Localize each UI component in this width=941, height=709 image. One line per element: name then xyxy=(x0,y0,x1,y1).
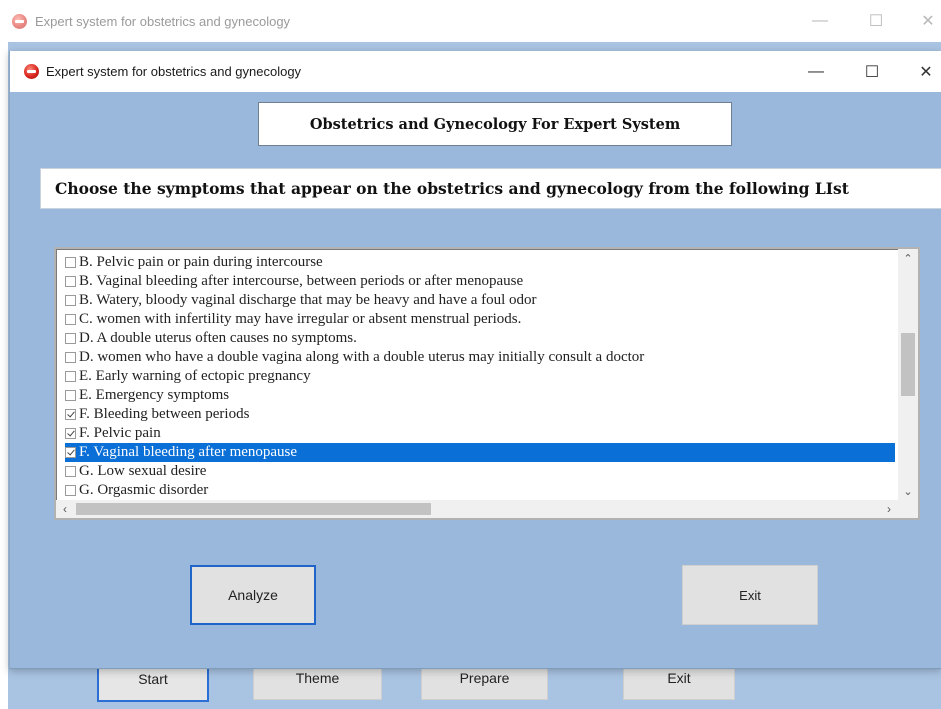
close-icon[interactable]: ✕ xyxy=(905,0,941,42)
checkbox[interactable] xyxy=(65,466,76,477)
symptom-label: G. Orgasmic disorder xyxy=(79,482,209,498)
symptom-item[interactable]: C. women with infertility may have irreg… xyxy=(65,310,895,329)
symptom-label: G. Low sexual desire xyxy=(79,463,207,479)
symptom-label: D. women who have a double vagina along … xyxy=(79,349,645,365)
symptom-item[interactable]: F. Bleeding between periods xyxy=(65,405,895,424)
symptom-label: B. Pelvic pain or pain during intercours… xyxy=(79,254,323,270)
symptom-item[interactable]: G. Orgasmic disorder xyxy=(65,481,895,500)
close-icon[interactable]: ✕ xyxy=(903,51,941,92)
symptom-item[interactable]: E. Emergency symptoms xyxy=(65,386,895,405)
background-window-title: Expert system for obstetrics and gynecol… xyxy=(35,13,291,29)
symptom-list-items: B. Pelvic pain or pain during intercours… xyxy=(65,253,895,503)
symptom-item[interactable]: B. Watery, bloody vaginal discharge that… xyxy=(65,291,895,310)
app-icon xyxy=(24,64,39,79)
checkbox[interactable] xyxy=(65,295,76,306)
checkbox[interactable] xyxy=(65,333,76,344)
symptom-checklist[interactable]: B. Pelvic pain or pain during intercours… xyxy=(54,247,920,520)
analyze-button[interactable]: Analyze xyxy=(190,565,316,625)
scroll-left-icon[interactable]: ‹ xyxy=(56,500,74,518)
symptom-item[interactable]: D. women who have a double vagina along … xyxy=(65,348,895,367)
symptom-dialog: Expert system for obstetrics and gynecol… xyxy=(9,51,941,669)
instruction-label: Choose the symptoms that appear on the o… xyxy=(40,168,941,209)
horizontal-scroll-thumb[interactable] xyxy=(76,503,431,515)
checkbox[interactable] xyxy=(65,390,76,401)
system-header: Obstetrics and Gynecology For Expert Sys… xyxy=(258,102,732,146)
horizontal-scrollbar[interactable]: ‹ › xyxy=(56,500,898,518)
checkbox[interactable] xyxy=(65,352,76,363)
checked-checkbox[interactable] xyxy=(65,428,76,439)
scroll-down-icon[interactable]: ⌄ xyxy=(898,482,918,500)
symptom-label: C. women with infertility may have irreg… xyxy=(79,311,522,327)
symptom-label: B. Watery, bloody vaginal discharge that… xyxy=(79,292,537,308)
minimize-icon[interactable]: — xyxy=(797,0,843,42)
scroll-right-icon[interactable]: › xyxy=(880,500,898,518)
scrollbar-corner xyxy=(898,500,918,518)
checkbox[interactable] xyxy=(65,314,76,325)
minimize-icon[interactable]: — xyxy=(793,51,839,92)
symptom-item[interactable]: G. Low sexual desire xyxy=(65,462,895,481)
symptom-label: F. Bleeding between periods xyxy=(79,406,250,422)
symptom-label: E. Emergency symptoms xyxy=(79,387,230,403)
background-window-titlebar: Expert system for obstetrics and gynecol… xyxy=(0,0,941,42)
vertical-scrollbar[interactable]: ⌃ ⌄ xyxy=(898,249,918,500)
dialog-titlebar: Expert system for obstetrics and gynecol… xyxy=(10,51,941,92)
symptom-item[interactable]: E. Early warning of ectopic pregnancy xyxy=(65,367,895,386)
vertical-scroll-thumb[interactable] xyxy=(901,333,915,396)
symptom-item[interactable]: D. A double uterus often causes no sympt… xyxy=(65,329,895,348)
maximize-icon[interactable]: ☐ xyxy=(853,0,899,42)
symptom-item[interactable]: F. Pelvic pain xyxy=(65,424,895,443)
symptom-label: F. Pelvic pain xyxy=(79,425,161,441)
checkbox[interactable] xyxy=(65,257,76,268)
symptom-item[interactable]: B. Vaginal bleeding after intercourse, b… xyxy=(65,272,895,291)
symptom-label: F. Vaginal bleeding after menopause xyxy=(79,444,298,460)
symptom-label: B. Vaginal bleeding after intercourse, b… xyxy=(79,273,524,289)
checkbox[interactable] xyxy=(65,371,76,382)
symptom-item[interactable]: F. Vaginal bleeding after menopause xyxy=(65,443,895,462)
checked-checkbox[interactable] xyxy=(65,409,76,420)
checked-checkbox[interactable] xyxy=(65,447,76,458)
checkbox[interactable] xyxy=(65,485,76,496)
app-icon xyxy=(12,13,27,29)
symptom-item[interactable]: B. Pelvic pain or pain during intercours… xyxy=(65,253,895,272)
symptom-label: D. A double uterus often causes no sympt… xyxy=(79,330,357,346)
dialog-title: Expert system for obstetrics and gynecol… xyxy=(46,64,302,79)
exit-button[interactable]: Exit xyxy=(682,565,818,625)
scroll-up-icon[interactable]: ⌃ xyxy=(898,249,918,267)
maximize-icon[interactable]: ☐ xyxy=(849,51,895,92)
checkbox[interactable] xyxy=(65,276,76,287)
symptom-label: E. Early warning of ectopic pregnancy xyxy=(79,368,311,384)
